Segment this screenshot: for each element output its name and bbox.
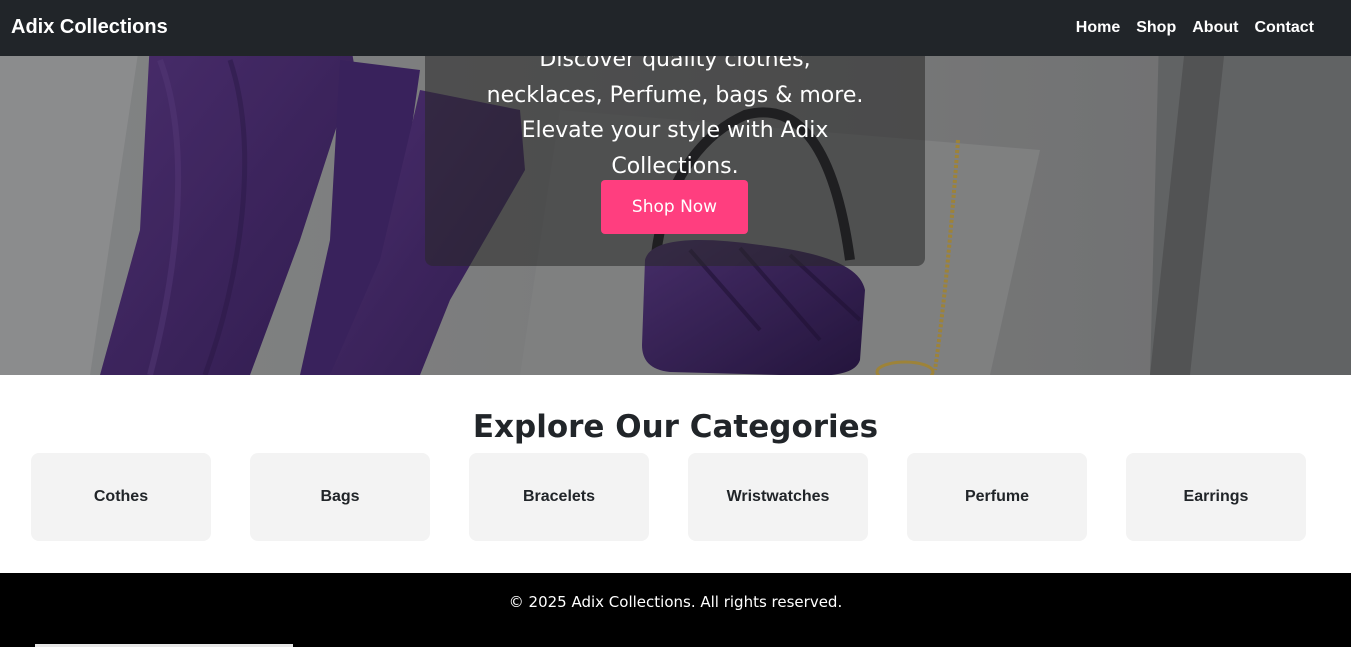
- category-card-clothes[interactable]: Cothes: [31, 453, 211, 541]
- category-card-perfume[interactable]: Perfume: [907, 453, 1087, 541]
- category-card-bracelets[interactable]: Bracelets: [469, 453, 649, 541]
- nav-link-about[interactable]: About: [1192, 19, 1238, 37]
- shop-now-button[interactable]: Shop Now: [601, 180, 748, 234]
- hero-card: Discover quality clothes, necklaces, Per…: [425, 20, 925, 266]
- category-card-wristwatches[interactable]: Wristwatches: [688, 453, 868, 541]
- category-label: Bracelets: [522, 488, 596, 505]
- nav-link-shop[interactable]: Shop: [1136, 19, 1176, 37]
- category-card-earrings[interactable]: Earrings: [1126, 453, 1306, 541]
- brand-logo[interactable]: Adix Collections: [11, 16, 168, 39]
- nav-link-contact[interactable]: Contact: [1254, 19, 1314, 37]
- category-label: Perfume: [964, 488, 1030, 505]
- category-label: Earrings: [1183, 488, 1249, 505]
- categories-title: Explore Our Categories: [472, 409, 879, 445]
- hero-tagline: Discover quality clothes, necklaces, Per…: [486, 47, 864, 179]
- category-label: Wristwatches: [726, 488, 830, 505]
- hero-section: Discover quality clothes, necklaces, Per…: [0, 0, 1351, 375]
- category-card-bags[interactable]: Bags: [250, 453, 430, 541]
- categories-section: Explore Our Categories Cothes Bags Brace…: [0, 375, 1351, 573]
- category-label: Cothes: [93, 488, 149, 505]
- nav-link-home[interactable]: Home: [1076, 19, 1120, 37]
- category-grid: Cothes Bags Bracelets Wristwatches Perfu…: [31, 453, 1306, 541]
- navbar: Adix Collections Home Shop About Contact: [0, 0, 1351, 56]
- category-label: Bags: [320, 488, 360, 505]
- nav-links: Home Shop About Contact: [1076, 19, 1314, 37]
- footer: © 2025 Adix Collections. All rights rese…: [0, 573, 1351, 647]
- footer-copyright: © 2025 Adix Collections. All rights rese…: [508, 593, 843, 611]
